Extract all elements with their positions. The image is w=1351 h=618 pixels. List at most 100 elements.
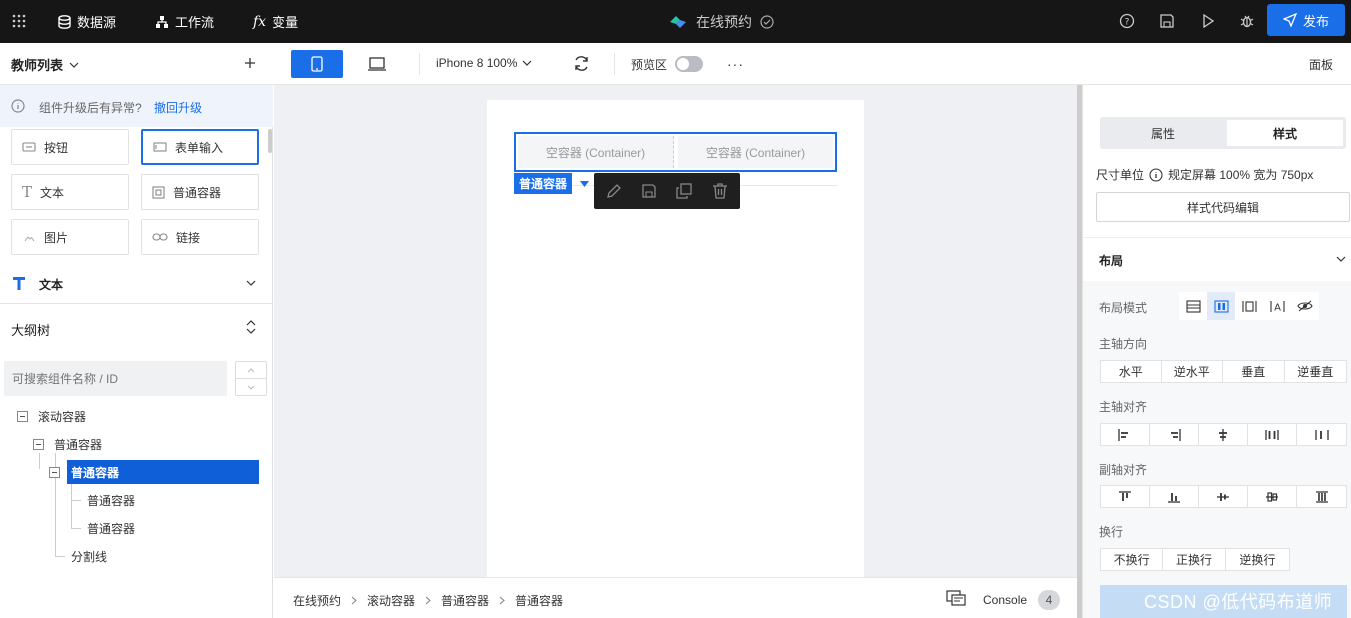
nav-datasource[interactable]: 数据源	[58, 0, 116, 43]
text-section-header[interactable]: 文本	[0, 267, 273, 301]
component-form-input[interactable]: 表单输入	[141, 129, 259, 165]
watermark: CSDN @低代码布道师	[1144, 592, 1333, 612]
tree-node-container[interactable]: 普通容器	[87, 489, 135, 511]
option-horizontal[interactable]: 水平	[1101, 361, 1162, 382]
component-link[interactable]: 链接	[141, 219, 259, 255]
tree-node-container[interactable]: 普通容器	[33, 433, 102, 455]
breadcrumb-item[interactable]: 普通容器	[515, 592, 563, 609]
option-wrap[interactable]: 正换行	[1163, 549, 1226, 570]
revert-upgrade-link[interactable]: 撤回升级	[154, 99, 202, 116]
text-icon: T	[22, 183, 33, 201]
nav-variables[interactable]: fx 变量	[253, 0, 298, 43]
console-count-badge: 4	[1038, 590, 1060, 610]
canvas-area: 空容器 (Container) 空容器 (Container) 普通容器 在线预…	[274, 85, 1082, 618]
nav-workflow[interactable]: 工作流	[155, 0, 214, 43]
option-vertical[interactable]: 垂直	[1223, 361, 1285, 382]
selected-container[interactable]: 空容器 (Container) 空容器 (Container)	[514, 132, 837, 172]
option-reverse-vertical[interactable]: 逆垂直	[1285, 361, 1346, 382]
component-container[interactable]: 普通容器	[141, 174, 259, 210]
play-icon[interactable]	[1198, 11, 1218, 31]
style-code-edit-button[interactable]: 样式代码编辑	[1096, 192, 1350, 222]
publish-button[interactable]: 发布	[1267, 4, 1345, 36]
hidden-eye-icon[interactable]	[1291, 292, 1319, 320]
tree-line	[71, 500, 81, 501]
cross-start-icon[interactable]	[1101, 486, 1150, 507]
breadcrumb-item[interactable]: 滚动容器	[367, 592, 415, 609]
collapse-icon[interactable]	[246, 320, 256, 334]
send-icon	[1282, 13, 1297, 27]
tree-node-divider[interactable]: 分割线	[71, 545, 107, 567]
chevron-down-icon[interactable]	[236, 379, 266, 395]
caret-down-icon[interactable]	[574, 173, 594, 194]
desktop-view-button[interactable]	[367, 57, 387, 71]
divider	[419, 53, 420, 75]
component-search-input[interactable]	[4, 361, 227, 396]
component-text[interactable]: T 文本	[11, 174, 129, 210]
delete-icon[interactable]	[712, 183, 728, 199]
help-icon[interactable]: ?	[1117, 11, 1137, 31]
info-icon[interactable]	[1149, 167, 1163, 182]
selected-tag[interactable]: 普通容器	[514, 173, 573, 194]
tab-styles[interactable]: 样式	[1227, 120, 1343, 146]
edit-icon[interactable]	[606, 183, 622, 199]
save-icon[interactable]	[1157, 11, 1177, 31]
page-selector[interactable]: 教师列表	[11, 55, 79, 74]
component-button[interactable]: 按钮	[11, 129, 129, 165]
mobile-view-button[interactable]	[291, 50, 343, 78]
app-logo-icon	[668, 13, 688, 31]
option-reverse-horizontal[interactable]: 逆水平	[1162, 361, 1224, 382]
console-button[interactable]: Console	[983, 593, 1027, 607]
save-icon[interactable]	[641, 183, 657, 199]
inline-block-icon[interactable]	[1235, 292, 1263, 320]
console-icon[interactable]	[946, 590, 966, 606]
refresh-icon[interactable]	[573, 55, 590, 72]
empty-container[interactable]: 空容器 (Container)	[678, 136, 833, 168]
cross-center-icon[interactable]	[1199, 486, 1248, 507]
breadcrumb-item[interactable]: 普通容器	[441, 592, 489, 609]
copy-icon[interactable]	[676, 183, 692, 199]
layout-mode-label: 布局模式	[1099, 301, 1148, 315]
layout-section-header[interactable]: 布局	[1083, 238, 1351, 280]
tree-node-container[interactable]: 普通容器	[87, 517, 135, 539]
preview-toggle[interactable]	[675, 56, 703, 72]
tab-properties[interactable]: 属性	[1103, 120, 1223, 146]
align-start-icon[interactable]	[1101, 424, 1150, 445]
outline-title: 大纲树	[11, 323, 51, 338]
flex-layout-icon[interactable]	[1207, 292, 1235, 320]
chevron-up-icon[interactable]	[236, 362, 266, 379]
phone-frame[interactable]: 空容器 (Container) 空容器 (Container) 普通容器	[487, 100, 864, 578]
bug-icon[interactable]	[1237, 11, 1257, 31]
tree-node-scroll-container[interactable]: 滚动容器	[17, 405, 86, 427]
grid-icon[interactable]	[9, 11, 29, 31]
component-action-bar	[594, 173, 740, 209]
add-page-icon[interactable]	[243, 56, 257, 70]
search-stepper[interactable]	[235, 361, 267, 396]
space-between-icon[interactable]	[1248, 424, 1298, 445]
tree-line	[39, 453, 40, 469]
cross-end-icon[interactable]	[1150, 486, 1200, 507]
align-end-icon[interactable]	[1150, 424, 1200, 445]
panel-button[interactable]: 面板	[1309, 56, 1333, 73]
option-wrap-reverse[interactable]: 逆换行	[1226, 549, 1289, 570]
database-icon	[58, 14, 71, 29]
scrollbar[interactable]	[268, 129, 272, 153]
collapse-toggle-icon[interactable]	[17, 410, 28, 422]
chevron-down-icon	[522, 60, 532, 66]
breadcrumb-item[interactable]: 在线预约	[293, 592, 341, 609]
more-icon[interactable]: ···	[727, 56, 744, 72]
status-bar: 在线预约 滚动容器 普通容器 普通容器 Console 4	[274, 577, 1077, 618]
align-center-icon[interactable]	[1199, 424, 1248, 445]
collapse-toggle-icon[interactable]	[49, 466, 60, 478]
component-image[interactable]: 图片	[11, 219, 129, 255]
collapse-toggle-icon[interactable]	[33, 438, 44, 450]
inline-icon[interactable]: A	[1263, 292, 1291, 320]
empty-container[interactable]: 空容器 (Container)	[518, 136, 674, 168]
option-nowrap[interactable]: 不换行	[1101, 549, 1164, 570]
main-axis-align-group	[1100, 423, 1347, 446]
space-around-icon[interactable]	[1297, 424, 1346, 445]
tree-node-container-selected[interactable]: 普通容器	[49, 460, 259, 484]
block-layout-icon[interactable]	[1179, 292, 1207, 320]
cross-baseline-icon[interactable]	[1248, 486, 1298, 507]
device-selector[interactable]: iPhone 8 100%	[436, 56, 532, 70]
cross-stretch-icon[interactable]	[1297, 486, 1346, 507]
